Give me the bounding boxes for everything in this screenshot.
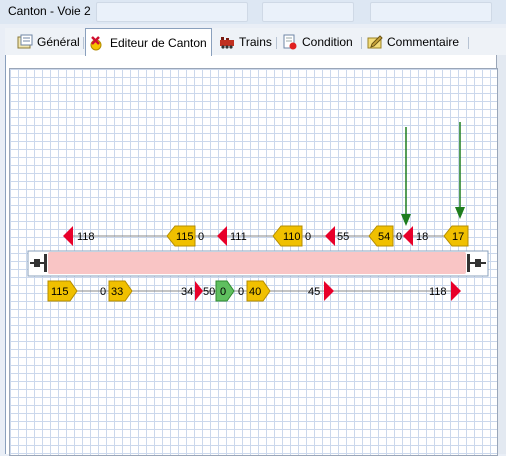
background-window-strip bbox=[370, 2, 492, 22]
train-icon bbox=[219, 34, 235, 50]
tab-condition[interactable]: Condition bbox=[278, 31, 357, 53]
speed-end-marker[interactable] bbox=[195, 281, 203, 301]
tab-separator bbox=[361, 37, 362, 49]
tab-comment[interactable]: Commentaire bbox=[363, 31, 463, 53]
speed-label: 55 bbox=[337, 231, 349, 243]
speed-start-marker[interactable] bbox=[325, 226, 335, 246]
speed-label: 0 bbox=[100, 286, 106, 298]
background-window-strip bbox=[96, 2, 248, 22]
speed-label: 118 bbox=[77, 231, 95, 243]
speed-label: 0 bbox=[198, 231, 204, 243]
tab-label-comment: Commentaire bbox=[387, 35, 460, 49]
speed-label: 118 bbox=[429, 286, 447, 298]
speed-limit-value: 115 bbox=[51, 286, 69, 298]
speed-label: 0 bbox=[305, 231, 311, 243]
tab-strip: Général Editeur de Canton Trains Conditi… bbox=[5, 28, 506, 56]
tab-label-trains: Trains bbox=[239, 35, 272, 49]
condition-icon bbox=[282, 34, 298, 50]
title-bar: Canton - Voie 2 bbox=[0, 0, 506, 24]
comment-icon bbox=[367, 34, 383, 50]
background-window-strip bbox=[262, 2, 354, 22]
tab-trains[interactable]: Trains bbox=[215, 31, 276, 53]
green-arrow-icon bbox=[401, 127, 411, 226]
speed-start-marker[interactable] bbox=[63, 226, 73, 246]
speed-limit-value: 115 bbox=[176, 231, 194, 243]
tab-separator bbox=[83, 37, 84, 49]
canton-editor-icon bbox=[90, 35, 106, 51]
speed-limit-value: 54 bbox=[378, 231, 390, 243]
speed-label: 45 bbox=[308, 286, 320, 298]
canton-editor-canvas[interactable]: 118 115 0 111 110 0 55 54 0 18 17 115 0 bbox=[9, 68, 498, 456]
tab-separator bbox=[468, 37, 469, 49]
tab-canton-editor[interactable]: Editeur de Canton bbox=[85, 28, 212, 56]
speed-start-marker[interactable] bbox=[403, 226, 413, 246]
speed-end-marker[interactable] bbox=[451, 281, 461, 301]
tab-separator bbox=[276, 37, 277, 49]
speed-label: 0 bbox=[396, 231, 402, 243]
track-segment[interactable] bbox=[48, 252, 466, 274]
speed-limit-value: 110 bbox=[283, 231, 301, 243]
speed-label: 50 bbox=[203, 286, 215, 298]
speed-start-marker[interactable] bbox=[217, 226, 227, 246]
speed-limit-value: 0 bbox=[220, 286, 226, 298]
tab-label-general: Général bbox=[37, 35, 80, 49]
tab-label-condition: Condition bbox=[302, 35, 353, 49]
speed-limit-value: 17 bbox=[452, 231, 464, 243]
window-title: Canton - Voie 2 bbox=[8, 4, 91, 18]
speed-label: 18 bbox=[416, 231, 428, 243]
green-arrow-icon bbox=[455, 122, 465, 219]
speed-label: 34 bbox=[181, 286, 193, 298]
speed-label: 0 bbox=[238, 286, 244, 298]
tab-label-canton-editor: Editeur de Canton bbox=[110, 35, 207, 50]
speed-limit-value: 40 bbox=[249, 286, 261, 298]
speed-label: 111 bbox=[230, 231, 247, 243]
tab-general[interactable]: Général bbox=[13, 31, 84, 53]
canton-diagram: 118 115 0 111 110 0 55 54 0 18 17 115 0 bbox=[27, 122, 489, 302]
general-icon bbox=[17, 34, 33, 50]
speed-limit-value: 33 bbox=[111, 286, 123, 298]
speed-end-marker[interactable] bbox=[324, 281, 334, 301]
